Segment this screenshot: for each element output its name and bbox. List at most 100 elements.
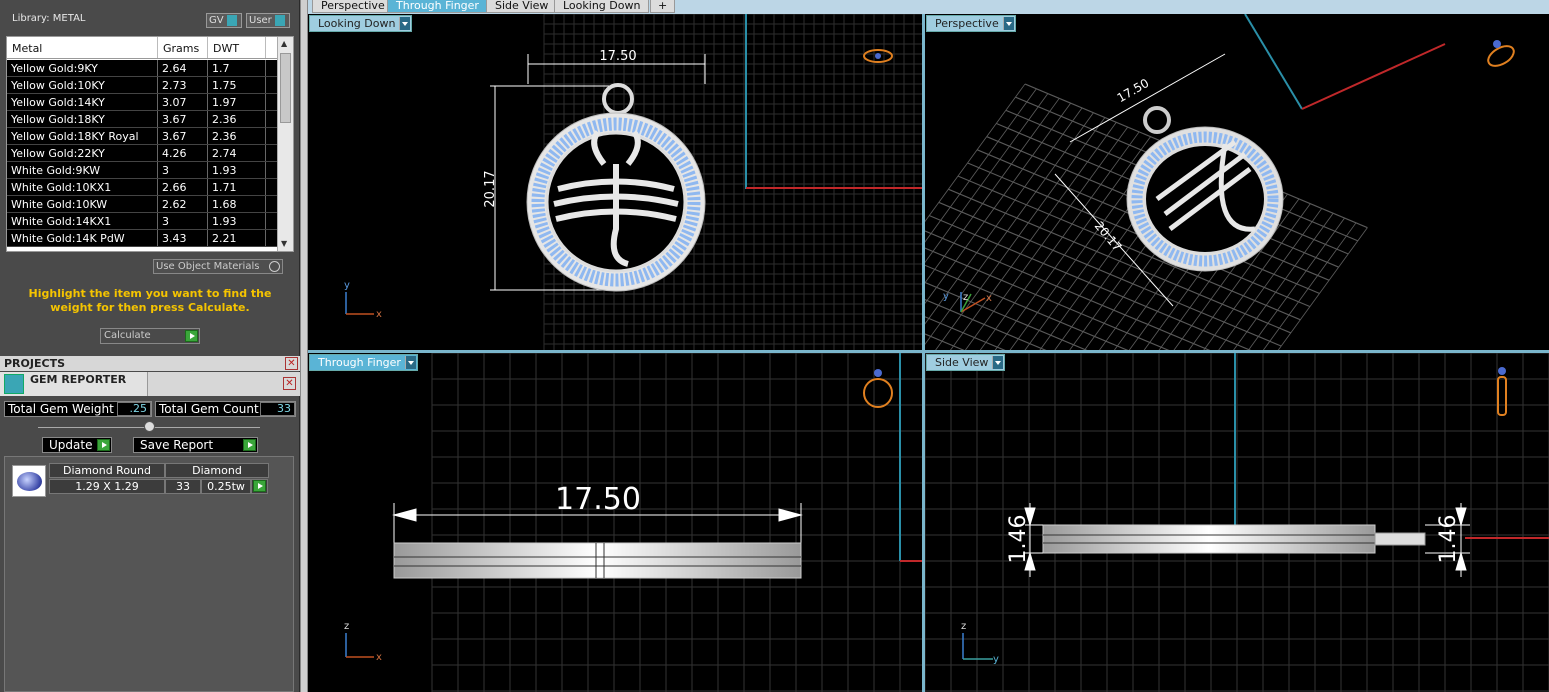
play-icon — [97, 439, 110, 451]
viewport-label-looking-down[interactable]: Looking Down — [309, 15, 413, 32]
table-row[interactable]: Yellow Gold:18KY 3.67 2.36 — [7, 111, 278, 128]
svg-text:y: y — [943, 291, 949, 302]
column-grams[interactable]: Grams — [158, 37, 208, 58]
gv-label: GV — [209, 15, 224, 26]
metal-name-cell: White Gold:10KW — [7, 196, 158, 212]
gem-count: 33 — [165, 479, 201, 494]
viewport-through-finger[interactable]: zx 17.50 Through Finger — [308, 353, 922, 692]
table-row[interactable]: White Gold:14K PdW 3.43 2.21 — [7, 230, 278, 247]
bail-loop — [1143, 106, 1171, 134]
gv-toggle-indicator — [226, 14, 237, 26]
dwt-cell: 2.36 — [208, 111, 266, 127]
gem-thumbnail[interactable] — [12, 465, 46, 497]
metal-name-cell: White Gold:10KX1 — [7, 179, 158, 195]
svg-text:y: y — [993, 654, 999, 665]
user-label: User — [249, 15, 272, 26]
chevron-down-icon[interactable] — [404, 356, 416, 369]
total-gem-weight-field: Total Gem Weight .25 — [4, 401, 152, 417]
table-row[interactable]: White Gold:10KW 2.62 1.68 — [7, 196, 278, 213]
play-icon — [253, 480, 266, 492]
gem-reporter-title: GEM REPORTER — [30, 373, 127, 386]
viewport-perspective[interactable]: y z x 17.50 20.17 Perspective — [925, 14, 1549, 350]
grams-cell: 2.62 — [158, 196, 208, 212]
dwt-cell: 1.68 — [208, 196, 266, 212]
table-row[interactable]: White Gold:9KW 3 1.93 — [7, 162, 278, 179]
through-finger-canvas: zx 17.50 — [344, 353, 922, 692]
gem-size: 1.29 X 1.29 — [49, 479, 165, 494]
viewport-label-through-finger[interactable]: Through Finger — [309, 354, 418, 371]
pendant-profile — [393, 542, 802, 579]
dim-height-label: 20.17 — [1092, 219, 1125, 254]
tab-looking-down[interactable]: Looking Down — [554, 0, 650, 13]
total-gem-weight-label: Total Gem Weight — [8, 402, 114, 416]
table-row[interactable]: Yellow Gold:9KY 2.64 1.7 — [7, 60, 278, 77]
metal-name-cell: Yellow Gold:22KY — [7, 145, 158, 161]
save-report-button[interactable]: Save Report — [133, 437, 258, 453]
total-gem-weight-value: .25 — [117, 402, 151, 416]
metal-table-scrollbar[interactable]: ▲ ▼ — [277, 37, 293, 251]
close-icon[interactable]: ✕ — [285, 357, 298, 370]
scroll-up-icon[interactable]: ▲ — [281, 39, 287, 48]
axis-gizmo: zy — [961, 621, 999, 665]
pendant-side-profile — [1042, 524, 1426, 554]
viewport-side-view[interactable]: zy 1.46 1.46 Side View — [925, 353, 1549, 692]
metal-table: Metal Grams DWT Yellow Gold:9KY 2.64 1.7 Ye… — [6, 36, 294, 252]
table-row[interactable]: White Gold:14KX1 3 1.93 — [7, 213, 278, 230]
grid — [431, 353, 922, 692]
table-row[interactable]: Yellow Gold:18KY Royal 3.67 2.36 — [7, 128, 278, 145]
metal-name-cell: White Gold:14K PdW — [7, 230, 158, 246]
table-row[interactable]: Yellow Gold:14KY 3.07 1.97 — [7, 94, 278, 111]
tab-perspective[interactable]: Perspective — [312, 0, 394, 13]
dim-height-label: 20.17 — [483, 170, 498, 207]
grams-cell: 2.64 — [158, 60, 208, 76]
svg-text:z: z — [344, 621, 349, 632]
axis-gizmo: yx — [344, 280, 382, 320]
gem-reporter-tab[interactable]: GEM REPORTER — [0, 372, 148, 396]
table-row[interactable]: Yellow Gold:10KY 2.73 1.75 — [7, 77, 278, 94]
viewport-horizontal-splitter[interactable] — [308, 350, 1549, 353]
perspective-canvas: y z x 17.50 20.17 — [925, 14, 1515, 350]
use-object-materials-label: Use Object Materials — [156, 261, 260, 272]
chevron-down-icon[interactable] — [1002, 17, 1014, 30]
dwt-cell: 1.71 — [208, 179, 266, 195]
chevron-down-icon[interactable] — [399, 17, 411, 30]
tab-side-view[interactable]: Side View — [486, 0, 558, 13]
add-tab-button[interactable]: + — [650, 0, 676, 13]
total-gem-count-label: Total Gem Count — [159, 402, 259, 416]
library-label: Library: METAL — [12, 13, 86, 24]
gv-toggle[interactable]: GV — [206, 13, 242, 28]
grams-cell: 3.43 — [158, 230, 208, 246]
svg-text:x: x — [376, 652, 382, 663]
metal-table-header: Metal Grams DWT — [7, 37, 293, 59]
svg-text:x: x — [986, 293, 992, 304]
svg-text:y: y — [344, 280, 350, 291]
user-toggle-indicator — [274, 14, 285, 26]
viewport-looking-down[interactable]: yx 17.50 20.17 Looking Down — [308, 14, 922, 350]
scroll-down-icon[interactable]: ▼ — [281, 239, 287, 248]
viewport-label-text: Looking Down — [318, 17, 396, 30]
update-button[interactable]: Update — [42, 437, 112, 453]
column-metal[interactable]: Metal — [7, 37, 158, 58]
y-axis-line — [1244, 14, 1303, 110]
use-object-materials-checkbox[interactable]: Use Object Materials — [153, 259, 283, 274]
calculate-button[interactable]: Calculate — [100, 328, 200, 344]
close-icon[interactable]: ✕ — [283, 377, 296, 390]
projects-label: PROJECTS — [4, 357, 65, 370]
table-row[interactable]: Yellow Gold:22KY 4.26 2.74 — [7, 145, 278, 162]
chevron-down-icon[interactable] — [992, 356, 1004, 369]
viewport-vertical-splitter[interactable] — [922, 14, 925, 692]
tab-through-finger[interactable]: Through Finger — [387, 0, 488, 13]
viewport-label-perspective[interactable]: Perspective — [926, 15, 1016, 32]
axis-gizmo: zx — [344, 621, 382, 663]
dim-width-label: 17.50 — [599, 49, 636, 64]
user-toggle[interactable]: User — [246, 13, 290, 28]
table-row[interactable]: White Gold:10KX1 2.66 1.71 — [7, 179, 278, 196]
panel-divider[interactable] — [300, 0, 308, 692]
column-dwt[interactable]: DWT — [208, 37, 266, 58]
total-gem-count-value: 33 — [260, 402, 295, 416]
gem-go-button[interactable] — [251, 479, 268, 494]
scrollbar-thumb[interactable] — [280, 53, 291, 123]
splitter-handle[interactable] — [144, 421, 155, 432]
viewport-label-side-view[interactable]: Side View — [926, 354, 1006, 371]
metal-name-cell: Yellow Gold:9KY — [7, 60, 158, 76]
